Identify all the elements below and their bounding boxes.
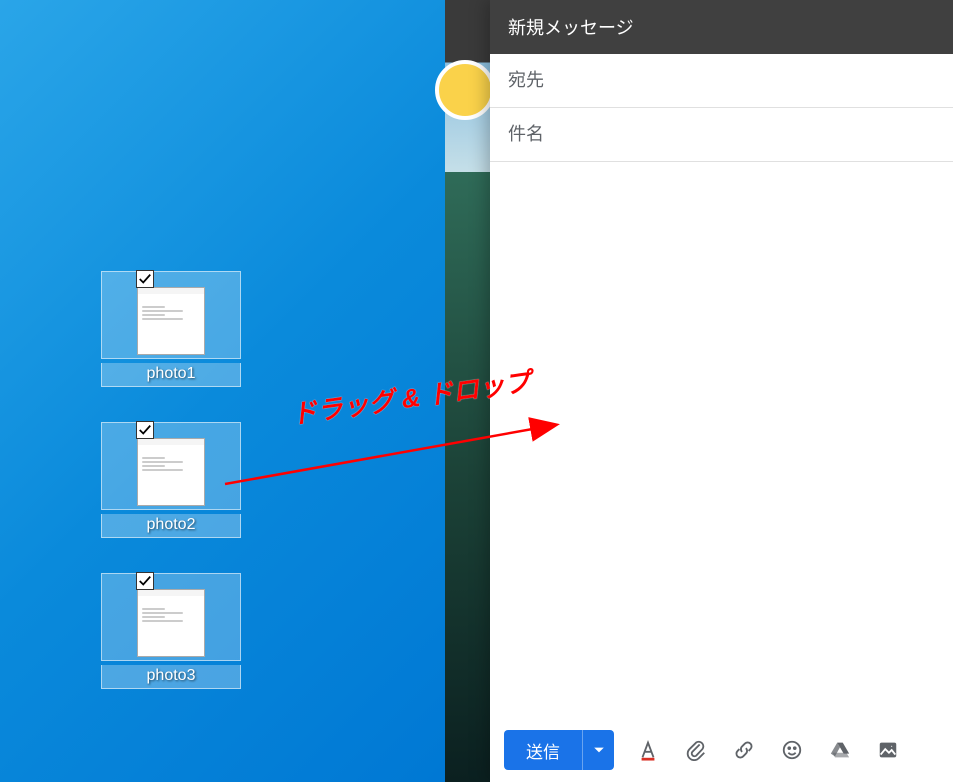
- subject-field[interactable]: [508, 124, 935, 145]
- avatar: [435, 60, 495, 120]
- recipients-row[interactable]: [490, 54, 953, 108]
- insert-emoji-icon[interactable]: [778, 736, 806, 764]
- send-options-dropdown[interactable]: [582, 730, 614, 770]
- attach-file-icon[interactable]: [682, 736, 710, 764]
- selection-check-icon: [136, 421, 154, 439]
- file-thumbnail: [101, 271, 241, 359]
- send-button-label: 送信: [504, 738, 582, 763]
- subject-row[interactable]: [490, 108, 953, 162]
- compose-title[interactable]: 新規メッセージ: [490, 0, 953, 54]
- selection-check-icon: [136, 572, 154, 590]
- format-text-icon[interactable]: [634, 736, 662, 764]
- file-label: photo2: [101, 514, 241, 538]
- compose-toolbar: 送信: [490, 718, 953, 782]
- file-photo1[interactable]: photo1: [101, 271, 241, 387]
- insert-image-icon[interactable]: [874, 736, 902, 764]
- send-button[interactable]: 送信: [504, 730, 614, 770]
- message-body[interactable]: [490, 162, 953, 718]
- selection-check-icon: [136, 270, 154, 288]
- compose-window: 新規メッセージ 送信: [490, 0, 953, 782]
- insert-link-icon[interactable]: [730, 736, 758, 764]
- file-label: photo3: [101, 665, 241, 689]
- file-thumbnail: [101, 422, 241, 510]
- file-photo2[interactable]: photo2: [101, 422, 241, 538]
- to-field[interactable]: [508, 70, 935, 91]
- file-photo3[interactable]: photo3: [101, 573, 241, 689]
- file-thumbnail: [101, 573, 241, 661]
- insert-drive-icon[interactable]: [826, 736, 854, 764]
- file-label: photo1: [101, 363, 241, 387]
